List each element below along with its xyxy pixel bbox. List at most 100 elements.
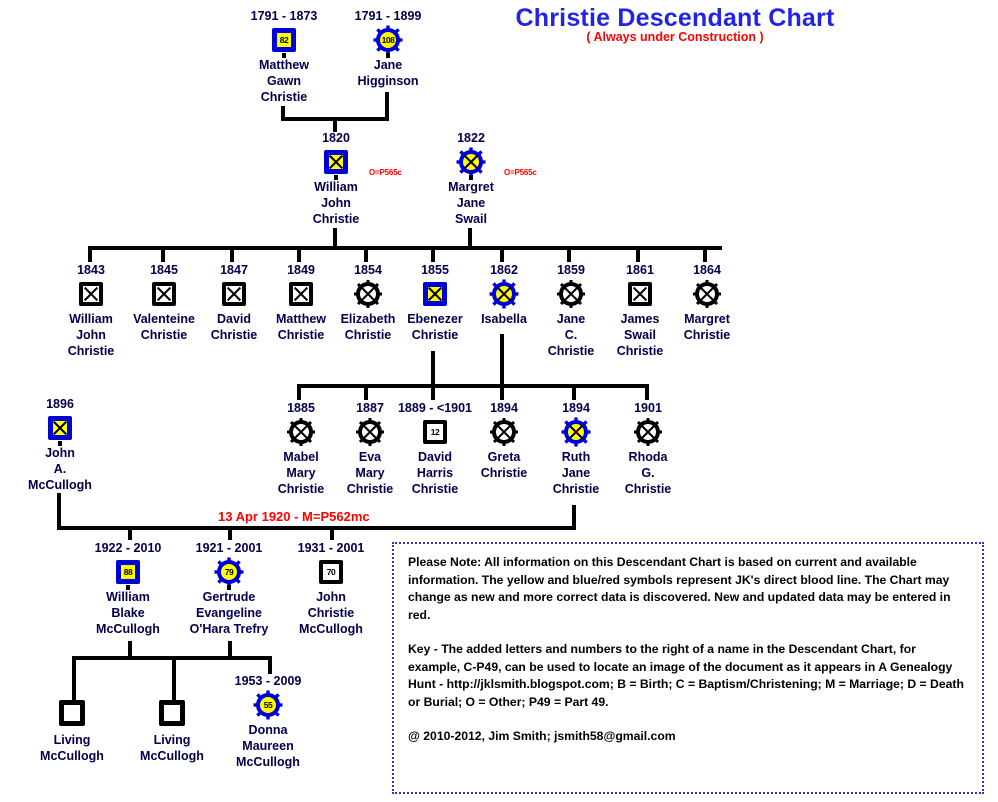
connector-line: [161, 246, 165, 262]
person-name-line: Rhoda: [628, 450, 668, 464]
person-node-margret-christie[interactable]: 1864 Margret Christie: [665, 262, 749, 343]
connector-line: [88, 246, 92, 262]
symbol-badge: 82: [279, 35, 289, 45]
page-subtitle: ( Always under Construction ): [586, 30, 764, 44]
symbol-circle-blue-yellow-spiked-x: [561, 417, 591, 447]
person-years: 1820: [322, 131, 350, 145]
person-node-john-a-mccullogh[interactable]: 1896 John A. McCullogh: [18, 396, 102, 493]
marriage-annotation: 13 Apr 1920 - M=P562mc: [218, 509, 370, 524]
person-years: 1921 - 2001: [195, 541, 263, 555]
person-node-william-john-christie-2[interactable]: 1843 William John Christie: [49, 262, 133, 359]
symbol-square-black-x: [625, 279, 655, 309]
person-name-line: Matthew: [259, 58, 309, 72]
person-name-line: Higginson: [357, 74, 419, 88]
connector-line: [431, 384, 435, 400]
symbol-circle-blue-yellow-spiked-x: [456, 147, 486, 180]
person-name: William Blake McCullogh: [77, 589, 179, 637]
person-years: 1791 - 1899: [354, 9, 422, 23]
symbol-square-black-x: [76, 279, 106, 309]
symbol-square-blue-yellow-x: [45, 413, 75, 446]
person-node-jane-higginson[interactable]: 1791 - 1899 108 Jane Higginson: [346, 8, 430, 89]
connector-line: [703, 246, 707, 262]
note-box: Please Note: All information on this Des…: [392, 542, 984, 794]
person-name-line: McCullogh: [40, 749, 104, 763]
person-node-living-mccullogh-2[interactable]: Living McCullogh: [130, 697, 214, 764]
person-node-matthew-gawn-christie[interactable]: 1791 - 1873 82 Matthew Gawn Christie: [242, 8, 326, 105]
symbol-circle-black-spiked-x: [353, 279, 383, 309]
connector-line: [268, 656, 272, 660]
connector-line: [297, 384, 649, 388]
person-name-line: G.: [641, 466, 655, 480]
page-title: Christie Descendant Chart: [515, 4, 835, 32]
person-name-line: Maureen: [242, 739, 294, 753]
connector-line: [500, 246, 504, 262]
person-name-line: O'Hara Trefry: [189, 622, 269, 636]
person-name-line: Margret: [448, 180, 494, 194]
symbol-circle-blue-yellow-spiked: 108: [373, 25, 403, 58]
person-years: 1864: [693, 263, 721, 277]
person-name: Living McCullogh: [30, 732, 114, 764]
connector-line: [572, 384, 576, 400]
person-name-line: Living: [53, 733, 91, 747]
symbol-square-black-x: [219, 279, 249, 309]
person-name-line: Jane: [456, 196, 486, 210]
connector-line: [57, 493, 61, 529]
person-node-william-blake-mccullogh[interactable]: 1922 - 2010 88 William Blake McCullogh: [77, 540, 179, 637]
person-name-line: Christie: [260, 90, 308, 104]
symbol-circle-black-spiked-x: [355, 417, 385, 447]
person-name-line: Christie: [683, 328, 731, 342]
connector-line: [431, 351, 435, 387]
person-name-line: Christie: [312, 212, 360, 226]
symbol-circle-black-spiked-x: [633, 417, 663, 447]
person-name: John A. McCullogh: [18, 445, 102, 493]
person-name-line: John: [316, 590, 346, 604]
person-name-line: McCullogh: [299, 622, 363, 636]
person-name-line: Christie: [67, 344, 115, 358]
connector-line: [57, 526, 576, 530]
person-name-line: McCullogh: [236, 755, 300, 769]
connector-line: [500, 384, 504, 400]
person-node-john-christie-mccullogh[interactable]: 1931 - 2001 70 John Christie McCullogh: [281, 540, 381, 637]
person-name: William John Christie: [49, 311, 133, 359]
connector-line: [72, 656, 76, 701]
person-years: 1901: [634, 401, 662, 415]
person-node-donna-maureen-mccullogh[interactable]: 1953 - 2009 55 Donna Maureen McCullogh: [218, 673, 318, 770]
person-node-living-mccullogh-1[interactable]: Living McCullogh: [30, 697, 114, 764]
connector-line: [567, 246, 571, 262]
person-name-line: Christie: [411, 482, 459, 496]
symbol-square-black-x: [286, 279, 316, 309]
person-name-line: Christie: [411, 328, 459, 342]
connector-line: [500, 334, 504, 387]
symbol-circle-blue-yellow-spiked-x: [489, 279, 519, 309]
person-name: Living McCullogh: [130, 732, 214, 764]
person-node-rhoda-g-christie[interactable]: 1901 Rhoda G. Christie: [606, 400, 690, 497]
symbol-circle-black-spiked-x: [692, 279, 722, 309]
person-name-line: Gertrude: [202, 590, 256, 604]
connector-line: [297, 246, 301, 262]
source-tag-margret-jane-swail: O=P565c: [504, 168, 537, 177]
person-node-margret-jane-swail[interactable]: 1822 Margret Jane Swail: [429, 130, 513, 227]
symbol-circle-blue-yellow-spiked-num: 55: [253, 690, 283, 720]
person-node-william-john-christie[interactable]: 1820 William John Christie: [294, 130, 378, 227]
connector-line: [431, 246, 435, 262]
symbol-square-blue-yellow-x: [321, 147, 351, 180]
person-name-line: William: [69, 312, 113, 326]
symbol-badge: 79: [224, 567, 234, 577]
person-name-line: McCullogh: [96, 622, 160, 636]
symbol-badge: 88: [123, 567, 133, 577]
person-node-gertrude-evangeline-ohara-trefry[interactable]: 1921 - 2001 79 Gertrude Evangeline O'Har…: [174, 540, 284, 637]
source-tag-william-john-christie: O=P565c: [369, 168, 402, 177]
person-years: 1896: [46, 397, 74, 411]
symbol-square-black-plain: [155, 698, 189, 728]
symbol-circle-black-spiked-x: [556, 279, 586, 309]
symbol-square-black-num: 12: [420, 417, 450, 447]
connector-line: [636, 246, 640, 262]
person-name-line: Margret: [684, 312, 730, 326]
person-name: Jane Higginson: [346, 57, 430, 89]
person-name-line: Evangeline: [196, 606, 262, 620]
connector-line: [228, 526, 232, 540]
symbol-circle-blue-yellow-spiked-num: 79: [214, 557, 244, 590]
symbol-circle-black-spiked-x: [489, 417, 519, 447]
person-name: Matthew Gawn Christie: [242, 57, 326, 105]
connector-line: [172, 656, 176, 701]
